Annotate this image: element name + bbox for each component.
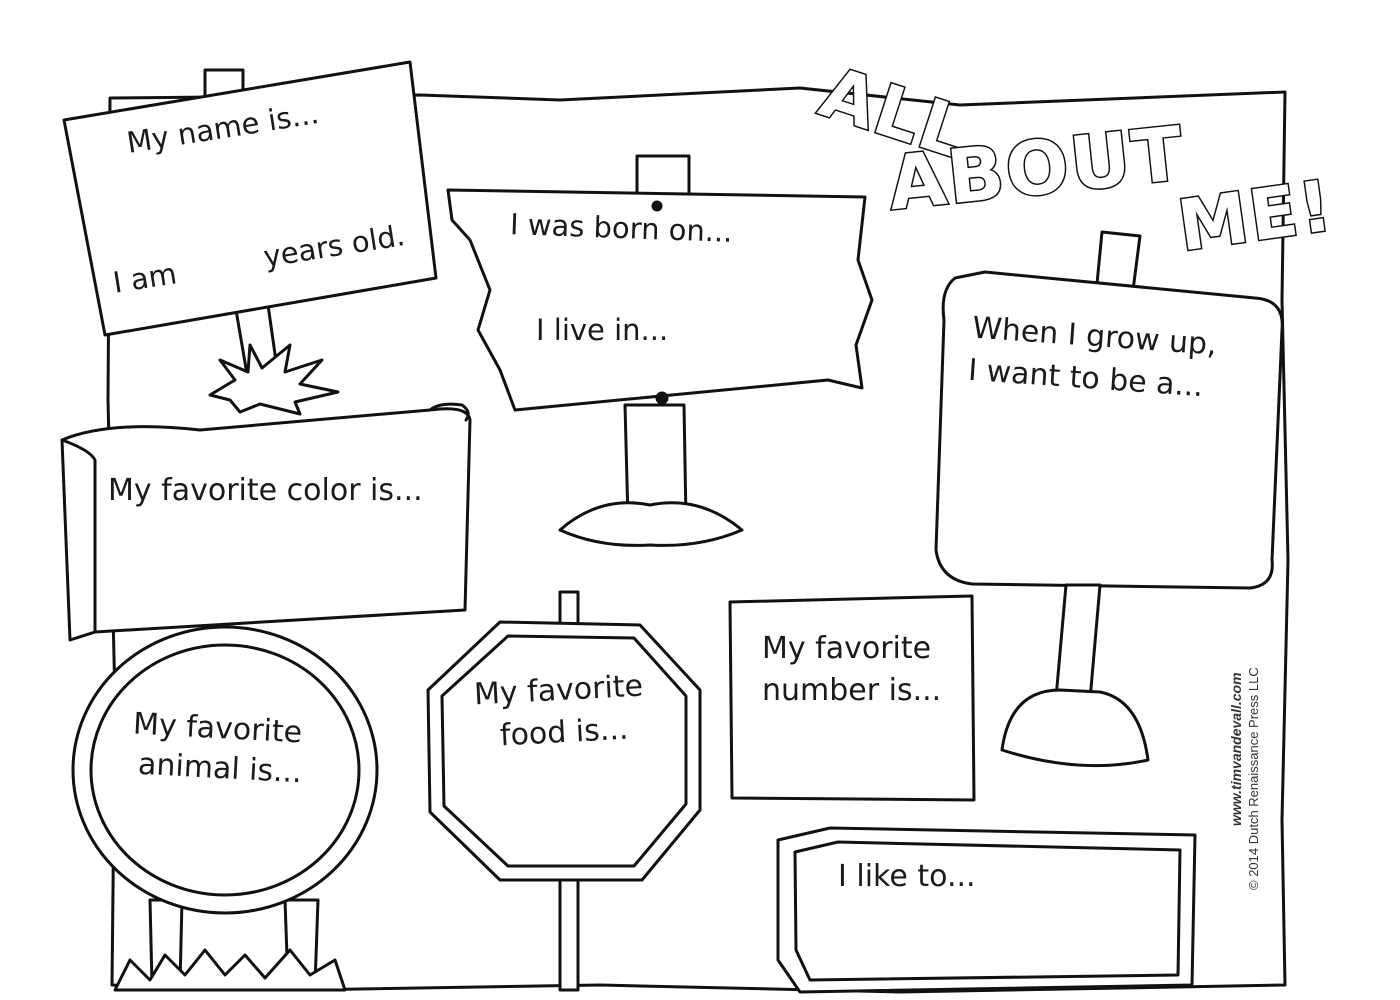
website-credit: www.timvandevall.com bbox=[1228, 672, 1244, 826]
bolt-hole-icon bbox=[651, 200, 663, 212]
live-in-prompt: I live in... bbox=[536, 313, 669, 347]
wooden-post-icon bbox=[635, 154, 691, 196]
number-line2: number is... bbox=[762, 673, 942, 708]
food-sign-outer bbox=[426, 620, 702, 882]
color-prompt: My favorite color is... bbox=[108, 473, 423, 508]
bolt-hole-icon bbox=[655, 391, 669, 405]
wooden-post-icon bbox=[558, 878, 580, 992]
like-to-prompt: I like to... bbox=[838, 859, 976, 894]
color-banner bbox=[60, 407, 472, 642]
copyright-credit: © 2014 Dutch Renaissance Press LLC bbox=[1246, 667, 1261, 890]
food-line2: food is... bbox=[499, 711, 630, 754]
like-sign-outer bbox=[776, 826, 1197, 994]
number-line1: My favorite bbox=[762, 631, 932, 666]
